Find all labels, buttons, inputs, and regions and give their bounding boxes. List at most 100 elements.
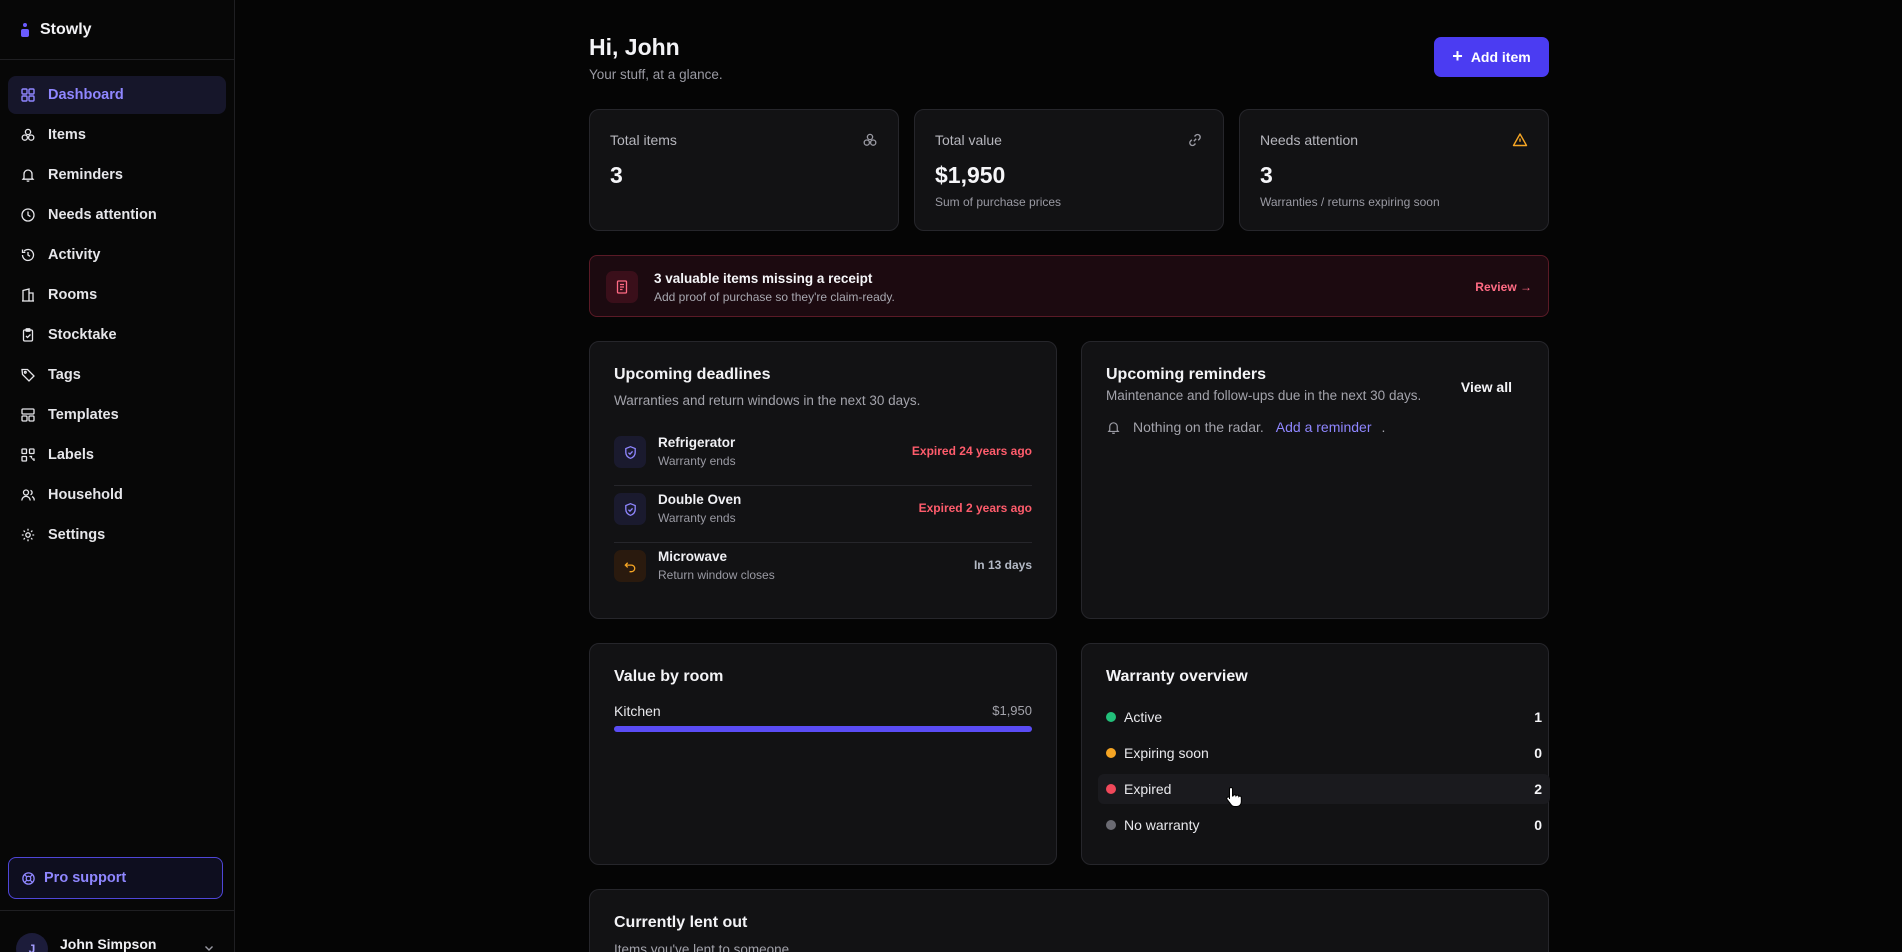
room-name: Kitchen xyxy=(614,703,661,719)
user-menu[interactable]: J John Simpson xyxy=(16,933,216,952)
sidebar-item-reminders[interactable]: Reminders xyxy=(8,156,226,194)
empty-suffix: . xyxy=(1381,419,1386,435)
room-row-kitchen[interactable]: Kitchen $1,950 xyxy=(614,703,1032,732)
user-name: John Simpson xyxy=(60,936,157,952)
sidebar-item-tags[interactable]: Tags xyxy=(8,356,226,394)
view-all-button[interactable]: View all xyxy=(1461,379,1512,395)
stat-value: 3 xyxy=(610,162,623,188)
brand[interactable]: Stowly xyxy=(0,0,234,60)
stat-card-total-value: Total value $1,950 Sum of purchase price… xyxy=(914,109,1224,231)
warranty-label: Expiring soon xyxy=(1124,745,1209,761)
deadline-item-name: Microwave xyxy=(658,549,728,564)
status-dot xyxy=(1106,784,1116,794)
link-icon xyxy=(1189,133,1201,147)
empty-text: Nothing on the radar. xyxy=(1133,419,1264,435)
warranty-overview-panel: Warranty overview Active 1 Expiring soon… xyxy=(1081,643,1550,865)
deadlines-panel: Upcoming deadlines Warranties and return… xyxy=(589,341,1057,619)
sidebar-nav: Dashboard Items Reminders Needs attentio… xyxy=(0,60,234,554)
add-reminder-link[interactable]: Add a reminder xyxy=(1276,419,1372,435)
receipt-icon xyxy=(606,271,638,303)
deadline-row-double-oven[interactable]: Double Oven Warranty ends Expired 2 year… xyxy=(614,485,1032,542)
reminders-title: Upcoming reminders xyxy=(1106,366,1267,383)
chevron-down-icon xyxy=(205,946,213,951)
pro-support-label: Pro support xyxy=(44,870,127,886)
stat-note: Warranties / returns expiring soon xyxy=(1260,195,1440,209)
sidebar-item-templates[interactable]: Templates xyxy=(8,396,226,434)
reminders-panel: Upcoming reminders Maintenance and follo… xyxy=(1081,341,1549,619)
room-value-bar xyxy=(614,726,1032,732)
stat-label: Total items xyxy=(610,132,677,148)
deadline-status: Expired 24 years ago xyxy=(911,444,1032,458)
lent-out-subtitle: Items you've lent to someone. xyxy=(614,942,793,952)
sidebar-item-label: Activity xyxy=(48,247,101,263)
deadline-kind: Warranty ends xyxy=(658,454,736,468)
bell-icon xyxy=(1107,421,1120,434)
deadline-item-name: Double Oven xyxy=(658,492,742,507)
value-by-room-title: Value by room xyxy=(614,668,724,685)
warranty-label: Active xyxy=(1124,709,1163,725)
users-icon xyxy=(21,489,35,501)
stat-card-needs-attention: Needs attention 3 Warranties / returns e… xyxy=(1239,109,1549,231)
warning-icon xyxy=(1512,133,1528,147)
pro-support-button[interactable]: Pro support xyxy=(8,857,223,899)
warranty-row-expired[interactable]: Expired 2 xyxy=(1098,774,1550,804)
sidebar-item-household[interactable]: Household xyxy=(8,476,226,514)
page-title: Hi, John xyxy=(589,34,680,60)
sidebar-item-items[interactable]: Items xyxy=(8,116,226,154)
warranty-count: 2 xyxy=(1534,781,1542,797)
clipboard-check-icon xyxy=(22,328,34,342)
sidebar-item-dashboard[interactable]: Dashboard xyxy=(8,76,226,114)
sidebar-item-stocktake[interactable]: Stocktake xyxy=(8,316,226,354)
logo-icon xyxy=(20,22,30,37)
sidebar-item-label: Stocktake xyxy=(48,327,117,343)
value-by-room-panel: Value by room Kitchen $1,950 xyxy=(589,643,1057,865)
lent-out-title: Currently lent out xyxy=(614,914,748,931)
warranty-row-no-warranty[interactable]: No warranty 0 xyxy=(1098,810,1550,840)
alert-title: 3 valuable items missing a receipt xyxy=(654,271,873,286)
warranty-count: 0 xyxy=(1534,817,1542,833)
alert-description: Add proof of purchase so they're claim-r… xyxy=(654,290,895,304)
deadlines-title: Upcoming deadlines xyxy=(614,366,771,383)
missing-receipt-alert: 3 valuable items missing a receipt Add p… xyxy=(589,255,1549,317)
warranty-row-active[interactable]: Active 1 xyxy=(1098,702,1550,732)
add-item-label: Add item xyxy=(1470,49,1531,65)
warranty-label: No warranty xyxy=(1124,817,1200,833)
sidebar-item-label: Dashboard xyxy=(48,87,124,103)
review-link[interactable]: Review → xyxy=(1475,280,1532,294)
warranty-count: 0 xyxy=(1534,745,1542,761)
sidebar-item-needs-attention[interactable]: Needs attention xyxy=(8,196,226,234)
sidebar-item-label: Rooms xyxy=(48,287,98,303)
warranty-row-expiring-soon[interactable]: Expiring soon 0 xyxy=(1098,738,1550,768)
hand-cursor-icon xyxy=(1226,786,1242,807)
sidebar-item-label: Needs attention xyxy=(48,207,157,223)
deadline-kind: Warranty ends xyxy=(658,511,736,525)
add-item-button[interactable]: + Add item xyxy=(1434,37,1549,77)
clock-icon xyxy=(21,208,35,222)
sidebar-item-label: Labels xyxy=(48,447,94,463)
deadline-row-microwave[interactable]: Microwave Return window closes In 13 day… xyxy=(614,542,1032,599)
sidebar-item-label: Templates xyxy=(48,407,119,423)
warranty-label: Expired xyxy=(1124,781,1172,797)
sidebar-item-settings[interactable]: Settings xyxy=(8,516,226,554)
stat-card-total-items: Total items 3 xyxy=(589,109,899,231)
plus-icon: + xyxy=(1452,46,1463,66)
shield-check-icon xyxy=(614,436,646,468)
deadline-status: In 13 days xyxy=(973,558,1032,572)
deadline-status: Expired 2 years ago xyxy=(918,501,1032,515)
layout-template-icon xyxy=(21,408,35,422)
stat-note: Sum of purchase prices xyxy=(935,195,1062,209)
sidebar: Stowly Dashboard Items Reminders Needs a… xyxy=(0,0,235,952)
sidebar-item-label: Tags xyxy=(48,367,81,383)
bell-icon xyxy=(21,169,35,182)
stat-label: Needs attention xyxy=(1260,132,1359,148)
page-subtitle: Your stuff, at a glance. xyxy=(589,67,723,82)
sidebar-item-activity[interactable]: Activity xyxy=(8,236,226,274)
stat-value: 3 xyxy=(1260,162,1273,188)
sidebar-item-label: Items xyxy=(48,127,86,143)
sidebar-item-label: Settings xyxy=(48,527,106,543)
status-dot xyxy=(1106,712,1116,722)
sidebar-item-rooms[interactable]: Rooms xyxy=(8,276,226,314)
deadline-row-refrigerator[interactable]: Refrigerator Warranty ends Expired 24 ye… xyxy=(614,428,1032,485)
undo-icon xyxy=(614,550,646,582)
sidebar-item-labels[interactable]: Labels xyxy=(8,436,226,474)
